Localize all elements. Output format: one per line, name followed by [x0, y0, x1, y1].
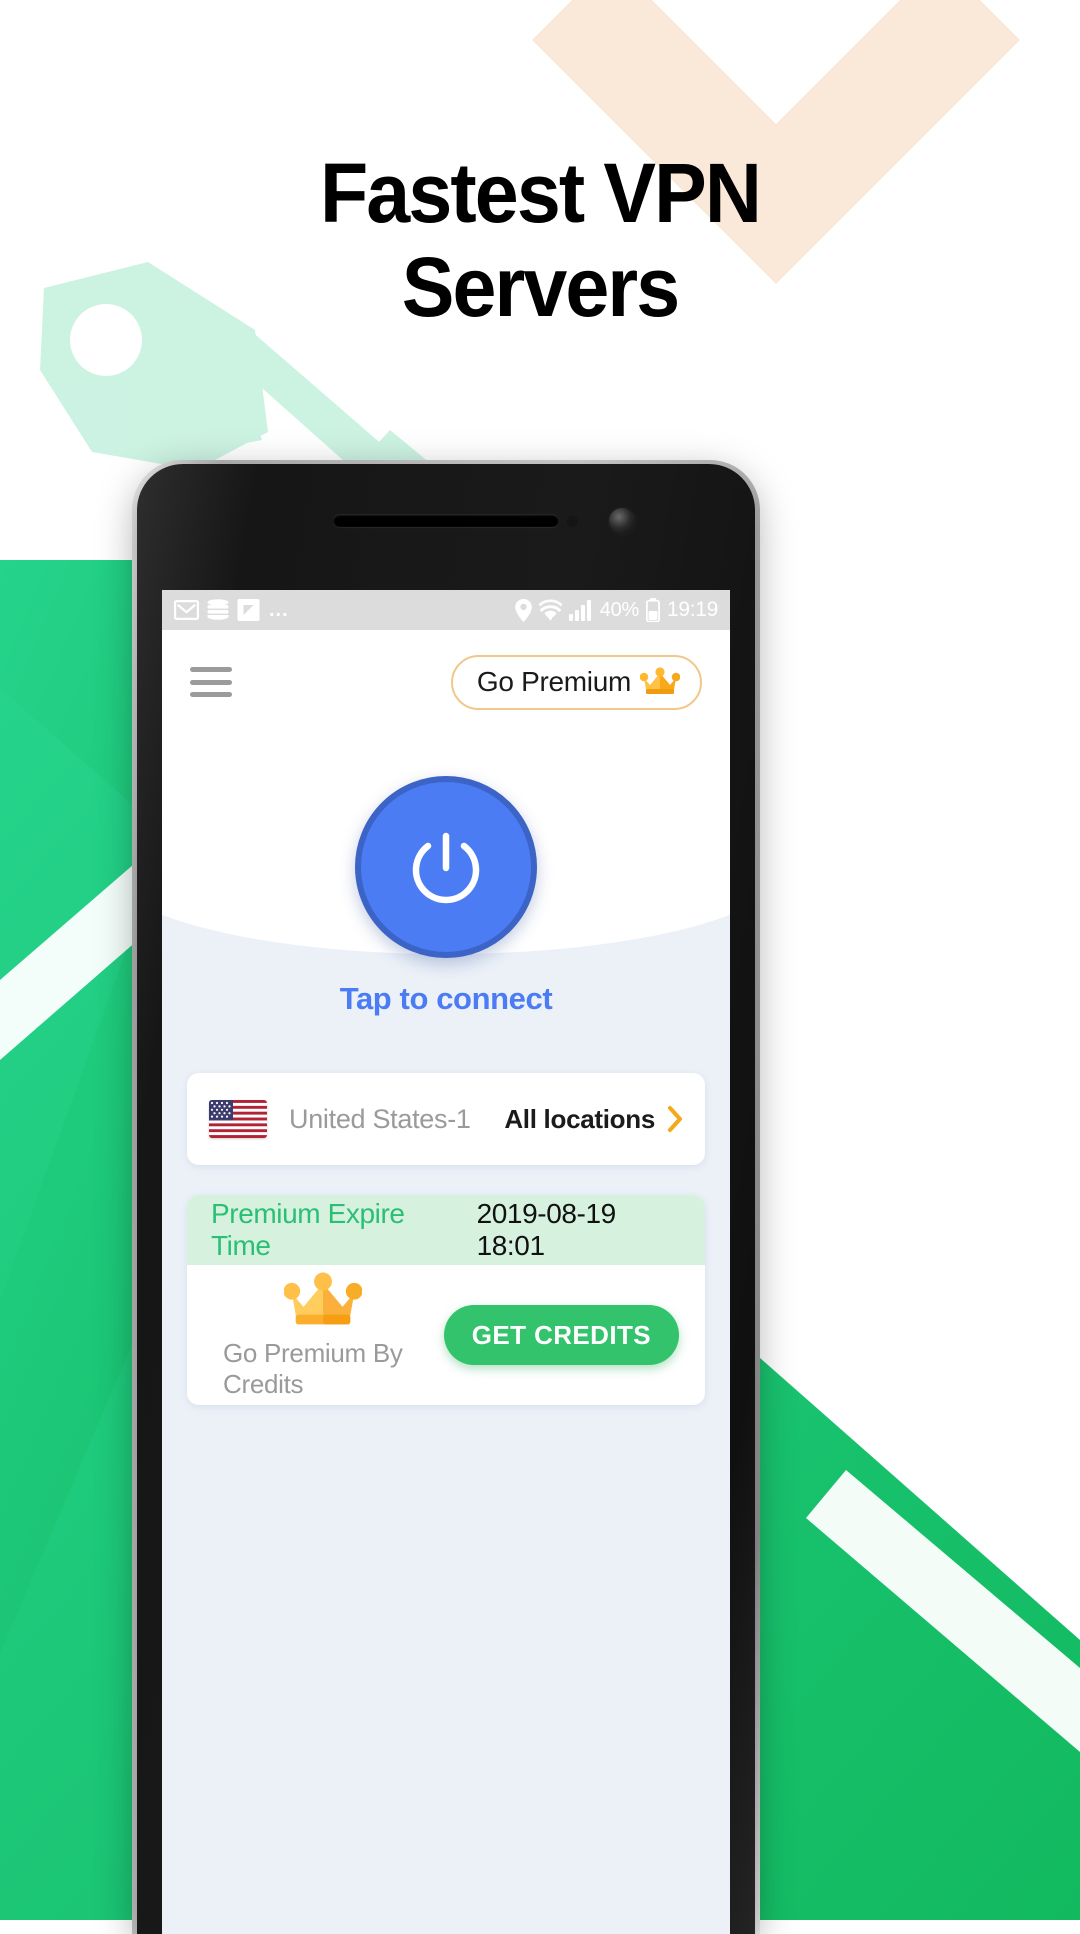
phone-mockup: ... 40% 19:19 Go Premium Tap to connect …	[132, 460, 760, 1934]
proximity-sensor-icon	[567, 516, 578, 527]
go-premium-button[interactable]: Go Premium	[450, 654, 702, 710]
database-icon	[207, 599, 229, 620]
power-icon	[412, 832, 480, 904]
app-bar: Go Premium	[162, 630, 730, 734]
premium-expire-label: Premium Expire Time	[211, 1198, 405, 1261]
crown-icon	[640, 667, 680, 694]
promo-headline: Fastest VPN Servers	[32, 146, 1047, 334]
status-overflow-dots: ...	[269, 599, 289, 621]
cards-area: United States-1 All locations Premium Ex…	[162, 1073, 730, 1405]
battery-icon	[645, 598, 660, 622]
phone-screen: ... 40% 19:19 Go Premium Tap to connect …	[162, 590, 730, 1934]
status-bar: ... 40% 19:19	[162, 590, 730, 630]
earpiece-speaker	[333, 514, 559, 527]
location-pin-icon	[514, 598, 532, 622]
server-name-label: United States-1	[289, 1103, 471, 1134]
premium-credits-info: Go Premium By Credits	[223, 1270, 423, 1400]
get-credits-button[interactable]: GET CREDITS	[443, 1305, 679, 1365]
headline-line-1: Fastest VPN	[319, 146, 762, 240]
crown-icon	[284, 1272, 362, 1325]
all-locations-link[interactable]: All locations	[504, 1104, 683, 1135]
chevron-right-icon	[668, 1106, 682, 1132]
cellular-signal-icon	[568, 599, 591, 621]
headline-line-2: Servers	[401, 240, 681, 334]
wifi-icon	[538, 599, 562, 621]
phone-body: ... 40% 19:19 Go Premium Tap to connect …	[137, 464, 755, 1934]
power-button-wrap	[355, 776, 537, 958]
us-flag-icon	[209, 1100, 267, 1138]
go-premium-by-credits-label: Go Premium By Credits	[223, 1338, 403, 1399]
battery-percent-label: 40%	[599, 598, 639, 621]
front-camera-icon	[609, 508, 635, 534]
server-location-card[interactable]: United States-1 All locations	[187, 1073, 705, 1165]
premium-expire-banner: Premium Expire Time 2019-08-19 18:01	[187, 1195, 705, 1265]
premium-expire-value: 2019-08-19 18:01	[476, 1198, 617, 1261]
status-clock: 19:19	[666, 598, 718, 621]
status-bar-left: ...	[174, 599, 289, 621]
flipboard-icon	[237, 599, 260, 621]
connect-power-button[interactable]	[355, 776, 537, 958]
status-bar-right: 40% 19:19	[514, 598, 718, 622]
hamburger-menu-icon[interactable]	[190, 667, 232, 697]
connect-hero: Tap to connect	[162, 734, 730, 1059]
tap-to-connect-label: Tap to connect	[339, 981, 553, 1016]
premium-card: Premium Expire Time 2019-08-19 18:01 Go …	[187, 1195, 705, 1405]
all-locations-label: All locations	[504, 1103, 655, 1134]
go-premium-label: Go Premium	[476, 666, 631, 697]
gmail-icon	[174, 600, 199, 620]
premium-credits-row: Go Premium By Credits GET CREDITS	[187, 1265, 705, 1405]
